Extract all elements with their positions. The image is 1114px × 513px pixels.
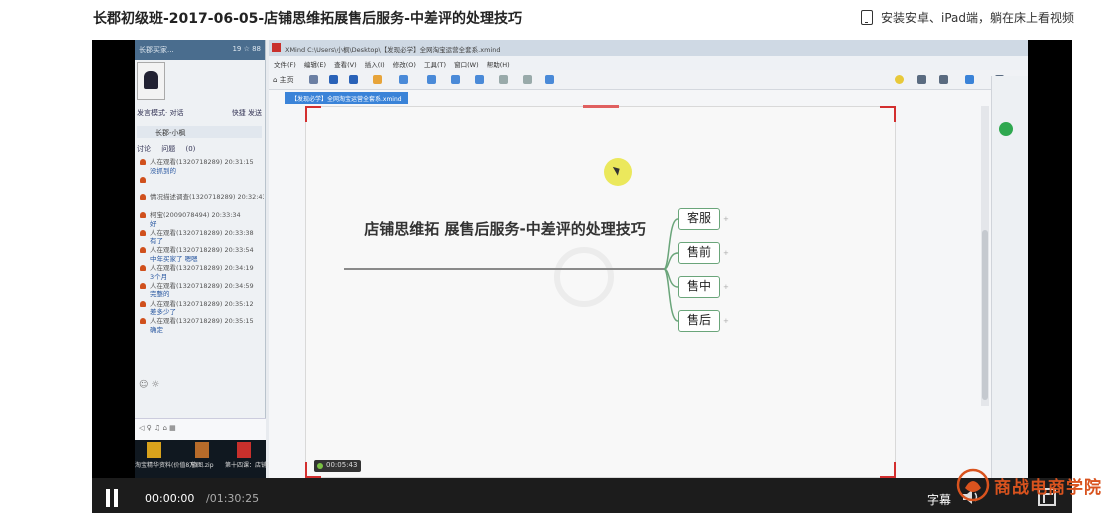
zip-icon bbox=[195, 442, 209, 458]
subtopic-in-sale: 售中 bbox=[678, 276, 720, 298]
subtopic-pre-sale: 售前 bbox=[678, 242, 720, 264]
chat-mode-value: · 对话 bbox=[165, 109, 184, 117]
note-icon bbox=[523, 75, 532, 84]
pause-button[interactable] bbox=[104, 489, 120, 507]
share-icon bbox=[965, 75, 974, 84]
title-bar: 长郡初级班-2017-06-05-店铺思维拓展售后服务-中差评的处理技巧 安装安… bbox=[0, 0, 1114, 38]
chat-header: 长郡买家... 19 ☆ 88 bbox=[135, 40, 265, 60]
brand-emblem-icon bbox=[956, 468, 990, 502]
outline-icon bbox=[939, 75, 948, 84]
xmind-file-icon bbox=[237, 442, 251, 458]
recording-timer: 00:05:43 bbox=[314, 460, 362, 472]
subtopic-after-sale: 售后 bbox=[678, 310, 720, 332]
save-icon bbox=[309, 75, 318, 84]
presentation-icon bbox=[917, 75, 926, 84]
topic-icon bbox=[373, 75, 382, 84]
folder-icon bbox=[147, 442, 161, 458]
chat-window: 长郡买家... 19 ☆ 88 发言模式· 对话 快捷 发送 长郡-小枫 讨论 … bbox=[135, 40, 291, 478]
brand-logo: 商战电商学院 bbox=[956, 465, 1102, 505]
video-title: 长郡初级班-2017-06-05-店铺思维拓展售后服务-中差评的处理技巧 bbox=[93, 11, 522, 27]
chat-tools: ☺ ☼ bbox=[139, 380, 160, 390]
relationship-icon bbox=[427, 75, 436, 84]
file-label: 淘宝精华资料(价值8万) bbox=[135, 462, 198, 469]
chat-message: 柯宝(2009078494) 20:33:34 好 bbox=[137, 211, 264, 229]
chat-message: 人在观看(1320718289) 20:35:15 确定 bbox=[137, 317, 264, 335]
chat-input-toolbar: ◁ ♀ ♫ ⌂ ▦ bbox=[135, 418, 266, 440]
green-status-icon bbox=[999, 122, 1013, 136]
central-topic-underline bbox=[344, 268, 664, 270]
expand-plus-icon: + bbox=[723, 249, 729, 257]
canvas-corner bbox=[880, 462, 896, 478]
xmind-toolbar: ⌂ 主页 bbox=[269, 70, 1028, 90]
chat-tab-discuss: 讨论 bbox=[137, 145, 151, 153]
tablet-icon bbox=[860, 10, 873, 25]
canvas-corner bbox=[880, 106, 896, 122]
chat-message: 人在观看(1320718289) 20:34:19 3个月 bbox=[137, 264, 264, 282]
chat-message: 人在观看(1320718289) 20:34:59 完整的 bbox=[137, 282, 264, 300]
mobile-promo-text: 安装安卓、iPad端，躺在床上看视频 bbox=[880, 11, 1074, 25]
chat-user: 长郡-小枫 bbox=[137, 126, 262, 138]
chat-mode-label: 发言模式 bbox=[137, 109, 165, 117]
undo-icon bbox=[329, 75, 338, 84]
chat-message: 人在观看(1320718289) 20:31:15 没抓到的 bbox=[137, 158, 264, 176]
file-label: 修图.zip bbox=[191, 462, 214, 469]
chat-mode-row: 发言模式· 对话 快捷 发送 bbox=[137, 108, 262, 118]
chat-tabs: 讨论 问题 (0) bbox=[137, 144, 203, 154]
expand-plus-icon: + bbox=[723, 317, 729, 325]
chat-message: 人在观看(1320718289) 20:33:54 中年买家了 嗯嗯 bbox=[137, 246, 264, 264]
desktop-files: 淘宝精华资料(价值8万) 修图.zip 第十四课：店铺实战训... bbox=[135, 440, 291, 478]
subtopic-customer-service: 客服 bbox=[678, 208, 720, 230]
expand-plus-icon: + bbox=[723, 283, 729, 291]
video-frame[interactable]: 长郡买家... 19 ☆ 88 发言模式· 对话 快捷 发送 长郡-小枫 讨论 … bbox=[92, 40, 1072, 478]
canvas-corner bbox=[305, 106, 321, 122]
mobile-app-promo[interactable]: 安装安卓、iPad端，躺在床上看视频 bbox=[860, 9, 1074, 26]
chat-mode-actions: 快捷 发送 bbox=[231, 109, 262, 117]
chat-header-title: 长郡买家... bbox=[139, 46, 174, 54]
xmind-title-bar: XMind C:\Users\小枫\Desktop\【发现必学】全网淘宝运营全套… bbox=[269, 40, 1028, 56]
mindmap-canvas: 店铺思维拓 展售后服务-中差评的处理技巧 客服 售前 售中 售后 + + + +… bbox=[305, 105, 896, 478]
chat-tab-count: (0) bbox=[185, 145, 196, 153]
watermark-circle bbox=[554, 247, 614, 307]
xmind-window: XMind C:\Users\小枫\Desktop\【发现必学】全网淘宝运营全套… bbox=[269, 40, 1028, 478]
chat-avatar bbox=[137, 62, 165, 100]
boundary-icon bbox=[451, 75, 460, 84]
chat-header-stats: 19 ☆ 88 bbox=[232, 45, 261, 53]
chat-message: 人在观看(1320718289) 20:35:12 差多少了 bbox=[137, 300, 264, 318]
home-icon: ⌂ 主页 bbox=[273, 76, 294, 84]
xmind-side-panel bbox=[991, 76, 1028, 478]
player-controls: 00:00:00 /01:30:25 字幕 bbox=[92, 478, 1072, 513]
chat-message bbox=[137, 176, 264, 194]
recorded-desktop: 长郡买家... 19 ☆ 88 发言模式· 对话 快捷 发送 长郡-小枫 讨论 … bbox=[135, 40, 1028, 478]
time-current: 00:00:00 bbox=[145, 492, 195, 505]
xmind-menu-bar: 文件(F) 编辑(E) 查看(V) 插入(I) 修改(O) 工具(T) 窗口(W… bbox=[269, 56, 1028, 70]
canvas-top-marker bbox=[583, 105, 619, 108]
subtitles-button[interactable]: 字幕 bbox=[927, 491, 951, 508]
lightbulb-icon bbox=[895, 75, 904, 84]
central-topic: 店铺思维拓 展售后服务-中差评的处理技巧 bbox=[364, 220, 646, 238]
page: 长郡初级班-2017-06-05-店铺思维拓展售后服务-中差评的处理技巧 安装安… bbox=[0, 0, 1114, 513]
marker-icon bbox=[499, 75, 508, 84]
letterbox-left bbox=[92, 40, 135, 478]
expand-plus-icon: + bbox=[723, 215, 729, 223]
image-icon bbox=[545, 75, 554, 84]
video-player[interactable]: 长郡买家... 19 ☆ 88 发言模式· 对话 快捷 发送 长郡-小枫 讨论 … bbox=[92, 40, 1072, 513]
chat-tab-questions: 问题 bbox=[161, 145, 176, 153]
chat-message-list: 人在观看(1320718289) 20:31:15 没抓到的 情况描述调查(132… bbox=[137, 158, 264, 335]
summary-icon bbox=[475, 75, 484, 84]
chat-message: 情况描述调查(1320718289) 20:32:43 bbox=[137, 193, 264, 211]
document-tab: 【发现必学】全网淘宝运营全套系.xmind bbox=[285, 92, 408, 104]
brand-name: 商战电商学院 bbox=[994, 477, 1102, 498]
subtopic-icon bbox=[399, 75, 408, 84]
time-total: /01:30:25 bbox=[206, 492, 260, 505]
letterbox-right bbox=[1028, 40, 1072, 478]
redo-icon bbox=[349, 75, 358, 84]
chat-message: 人在观看(1320718289) 20:33:38 有了 bbox=[137, 229, 264, 247]
canvas-scroll-thumb bbox=[982, 230, 988, 400]
